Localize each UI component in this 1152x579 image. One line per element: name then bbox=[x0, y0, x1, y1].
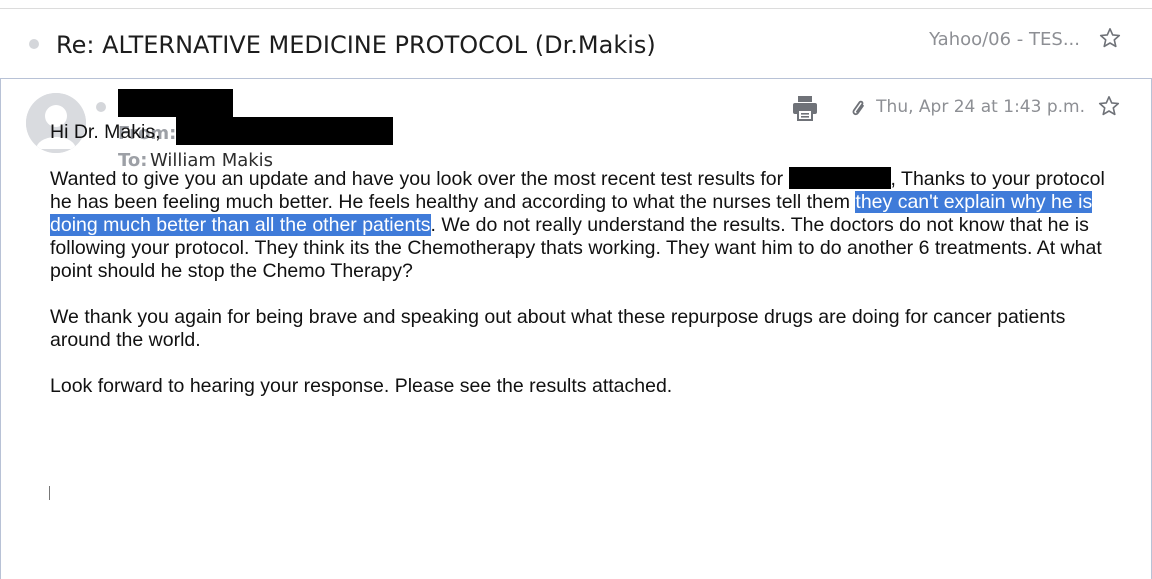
body-paragraph-3: Look forward to hearing your response. P… bbox=[50, 375, 673, 397]
thread-header: Re: ALTERNATIVE MEDICINE PROTOCOL (Dr.Ma… bbox=[0, 9, 1152, 77]
printer-icon[interactable] bbox=[791, 95, 819, 121]
redacted-patient-name bbox=[788, 167, 891, 189]
body-greeting: Hi Dr. Makis, bbox=[50, 121, 161, 143]
body-text-segment: Wanted to give you an update and have yo… bbox=[50, 168, 789, 190]
body-paragraph-1: Wanted to give you an update and have yo… bbox=[50, 167, 1110, 283]
quoted-text-marker bbox=[49, 486, 50, 500]
thread-subject: Re: ALTERNATIVE MEDICINE PROTOCOL (Dr.Ma… bbox=[56, 31, 656, 59]
unread-dot-icon bbox=[29, 39, 39, 49]
folder-label[interactable]: Yahoo/06 - TES... bbox=[929, 29, 1080, 50]
message-star-icon[interactable] bbox=[1097, 94, 1121, 118]
redacted-sender-name bbox=[118, 89, 233, 117]
thread-star-icon[interactable] bbox=[1098, 26, 1122, 50]
body-paragraph-2: We thank you again for being brave and s… bbox=[50, 306, 1066, 351]
message-body: Hi Dr. Makis, Wanted to give you an upda… bbox=[50, 121, 1110, 421]
sender-status-dot-icon bbox=[96, 102, 106, 112]
top-toolbar-edge bbox=[0, 0, 1152, 9]
message-date: Thu, Apr 24 at 1:43 p.m. bbox=[876, 97, 1085, 117]
paperclip-icon[interactable] bbox=[847, 97, 871, 121]
